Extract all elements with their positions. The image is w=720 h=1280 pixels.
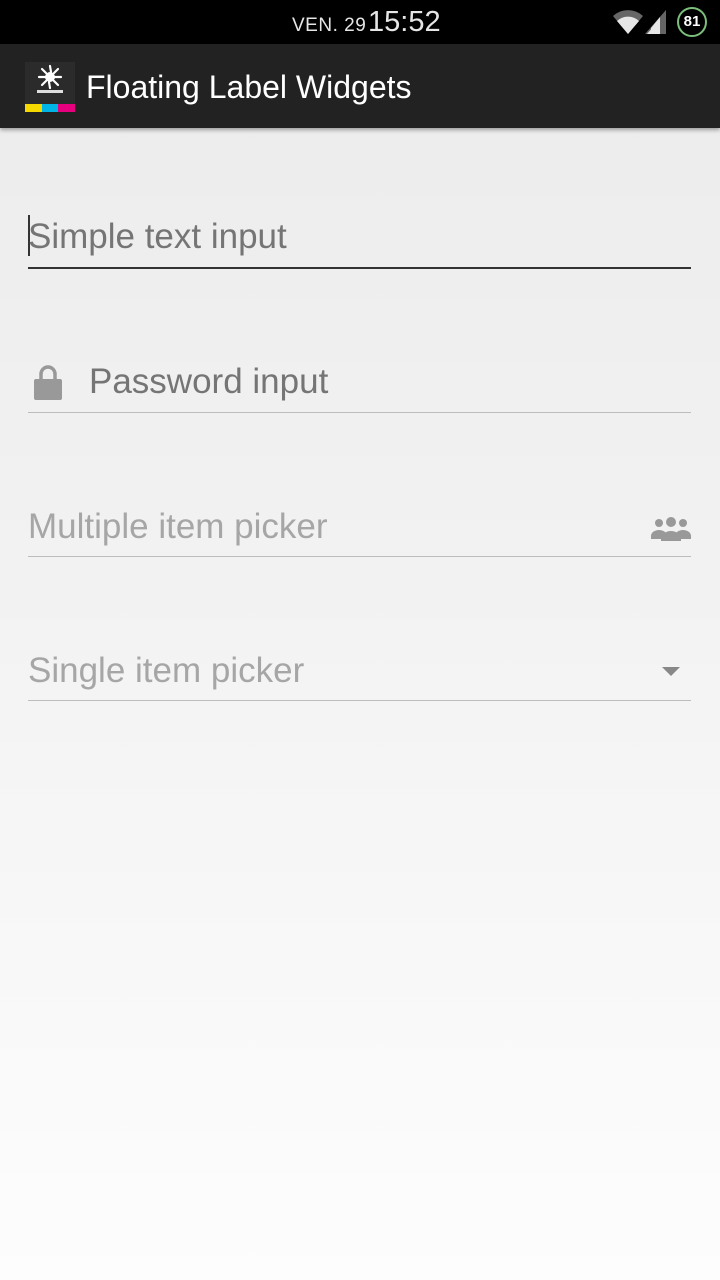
signal-icon (645, 10, 666, 34)
action-bar: Floating Label Widgets (0, 44, 720, 128)
simple-text-input[interactable] (28, 213, 668, 261)
battery-level: 81 (683, 13, 701, 30)
simple-text-underline (28, 267, 691, 269)
lock-icon (34, 365, 62, 400)
app-logo-icon[interactable] (25, 62, 75, 112)
single-item-picker[interactable]: Single item picker (28, 647, 691, 701)
battery-icon: 81 (677, 7, 707, 37)
multiple-item-picker[interactable]: Multiple item picker (28, 503, 691, 557)
single-picker-underline (28, 700, 691, 701)
logo-stripes (25, 104, 75, 112)
multiple-item-picker-label: Multiple item picker (28, 507, 328, 546)
multiple-picker-underline (28, 556, 691, 557)
status-date: VEN. 29 (292, 15, 367, 36)
password-field[interactable] (28, 358, 691, 413)
single-item-picker-label: Single item picker (28, 651, 305, 690)
screen: VEN. 29 15:52 81 Floating Label Widgets … (0, 0, 720, 1280)
simple-text-field[interactable] (28, 213, 691, 269)
wifi-icon (613, 10, 643, 34)
dropdown-arrow-icon[interactable] (662, 667, 680, 677)
people-icon[interactable] (651, 515, 691, 541)
password-underline (28, 412, 691, 413)
status-time: 15:52 (368, 6, 441, 38)
app-title: Floating Label Widgets (86, 69, 412, 105)
status-bar: VEN. 29 15:52 81 (0, 0, 720, 44)
password-input[interactable] (89, 358, 679, 406)
splash-icon (37, 64, 63, 93)
